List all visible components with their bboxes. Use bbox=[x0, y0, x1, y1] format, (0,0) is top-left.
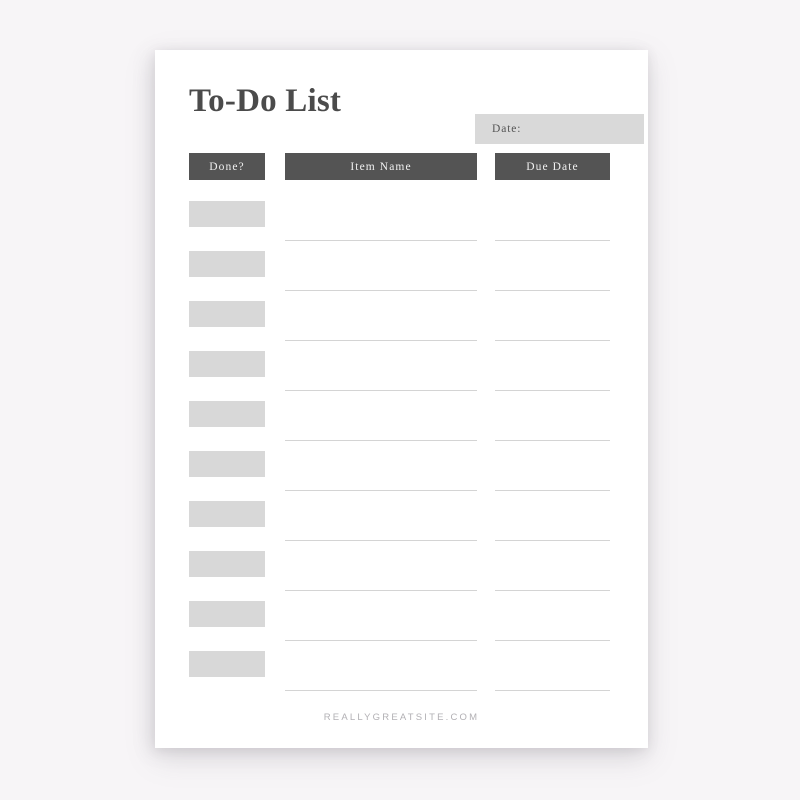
done-checkbox[interactable] bbox=[189, 351, 265, 377]
done-checkbox[interactable] bbox=[189, 551, 265, 577]
done-checkbox[interactable] bbox=[189, 451, 265, 477]
done-checkbox[interactable] bbox=[189, 651, 265, 677]
done-checkbox[interactable] bbox=[189, 251, 265, 277]
table-row bbox=[189, 496, 614, 546]
done-checkbox[interactable] bbox=[189, 601, 265, 627]
due-date-write-line[interactable] bbox=[495, 540, 610, 541]
page-title: To-Do List bbox=[189, 83, 342, 119]
done-checkbox[interactable] bbox=[189, 401, 265, 427]
todo-rows bbox=[189, 196, 614, 696]
done-checkbox[interactable] bbox=[189, 301, 265, 327]
done-checkbox[interactable] bbox=[189, 501, 265, 527]
column-header-due-date-label: Due Date bbox=[526, 160, 579, 173]
item-name-write-line[interactable] bbox=[285, 690, 477, 691]
column-header-done-label: Done? bbox=[209, 160, 245, 173]
due-date-write-line[interactable] bbox=[495, 340, 610, 341]
date-field-label: Date: bbox=[492, 123, 522, 135]
table-column-headers: Done? Item Name Due Date bbox=[189, 153, 614, 180]
column-header-item-name-label: Item Name bbox=[350, 160, 412, 173]
table-row bbox=[189, 446, 614, 496]
column-header-item-name: Item Name bbox=[285, 153, 477, 180]
table-row bbox=[189, 296, 614, 346]
item-name-write-line[interactable] bbox=[285, 490, 477, 491]
column-header-done: Done? bbox=[189, 153, 265, 180]
due-date-write-line[interactable] bbox=[495, 690, 610, 691]
item-name-write-line[interactable] bbox=[285, 540, 477, 541]
table-row bbox=[189, 596, 614, 646]
due-date-write-line[interactable] bbox=[495, 290, 610, 291]
due-date-write-line[interactable] bbox=[495, 440, 610, 441]
item-name-write-line[interactable] bbox=[285, 390, 477, 391]
done-checkbox[interactable] bbox=[189, 201, 265, 227]
due-date-write-line[interactable] bbox=[495, 590, 610, 591]
table-row bbox=[189, 546, 614, 596]
date-field[interactable]: Date: bbox=[475, 114, 644, 144]
item-name-write-line[interactable] bbox=[285, 590, 477, 591]
due-date-write-line[interactable] bbox=[495, 390, 610, 391]
table-row bbox=[189, 396, 614, 446]
table-row bbox=[189, 646, 614, 696]
footer-website: REALLYGREATSITE.COM bbox=[323, 712, 480, 723]
item-name-write-line[interactable] bbox=[285, 240, 477, 241]
sheet-header: To-Do List Date: bbox=[189, 78, 644, 144]
due-date-write-line[interactable] bbox=[495, 640, 610, 641]
column-header-due-date: Due Date bbox=[495, 153, 610, 180]
due-date-write-line[interactable] bbox=[495, 240, 610, 241]
table-row bbox=[189, 346, 614, 396]
table-row bbox=[189, 196, 614, 246]
due-date-write-line[interactable] bbox=[495, 490, 610, 491]
item-name-write-line[interactable] bbox=[285, 640, 477, 641]
canvas: To-Do List Date: Done? Item Name Due Dat… bbox=[0, 0, 800, 800]
item-name-write-line[interactable] bbox=[285, 290, 477, 291]
item-name-write-line[interactable] bbox=[285, 440, 477, 441]
todo-list-sheet: To-Do List Date: Done? Item Name Due Dat… bbox=[155, 50, 648, 748]
item-name-write-line[interactable] bbox=[285, 340, 477, 341]
table-row bbox=[189, 246, 614, 296]
